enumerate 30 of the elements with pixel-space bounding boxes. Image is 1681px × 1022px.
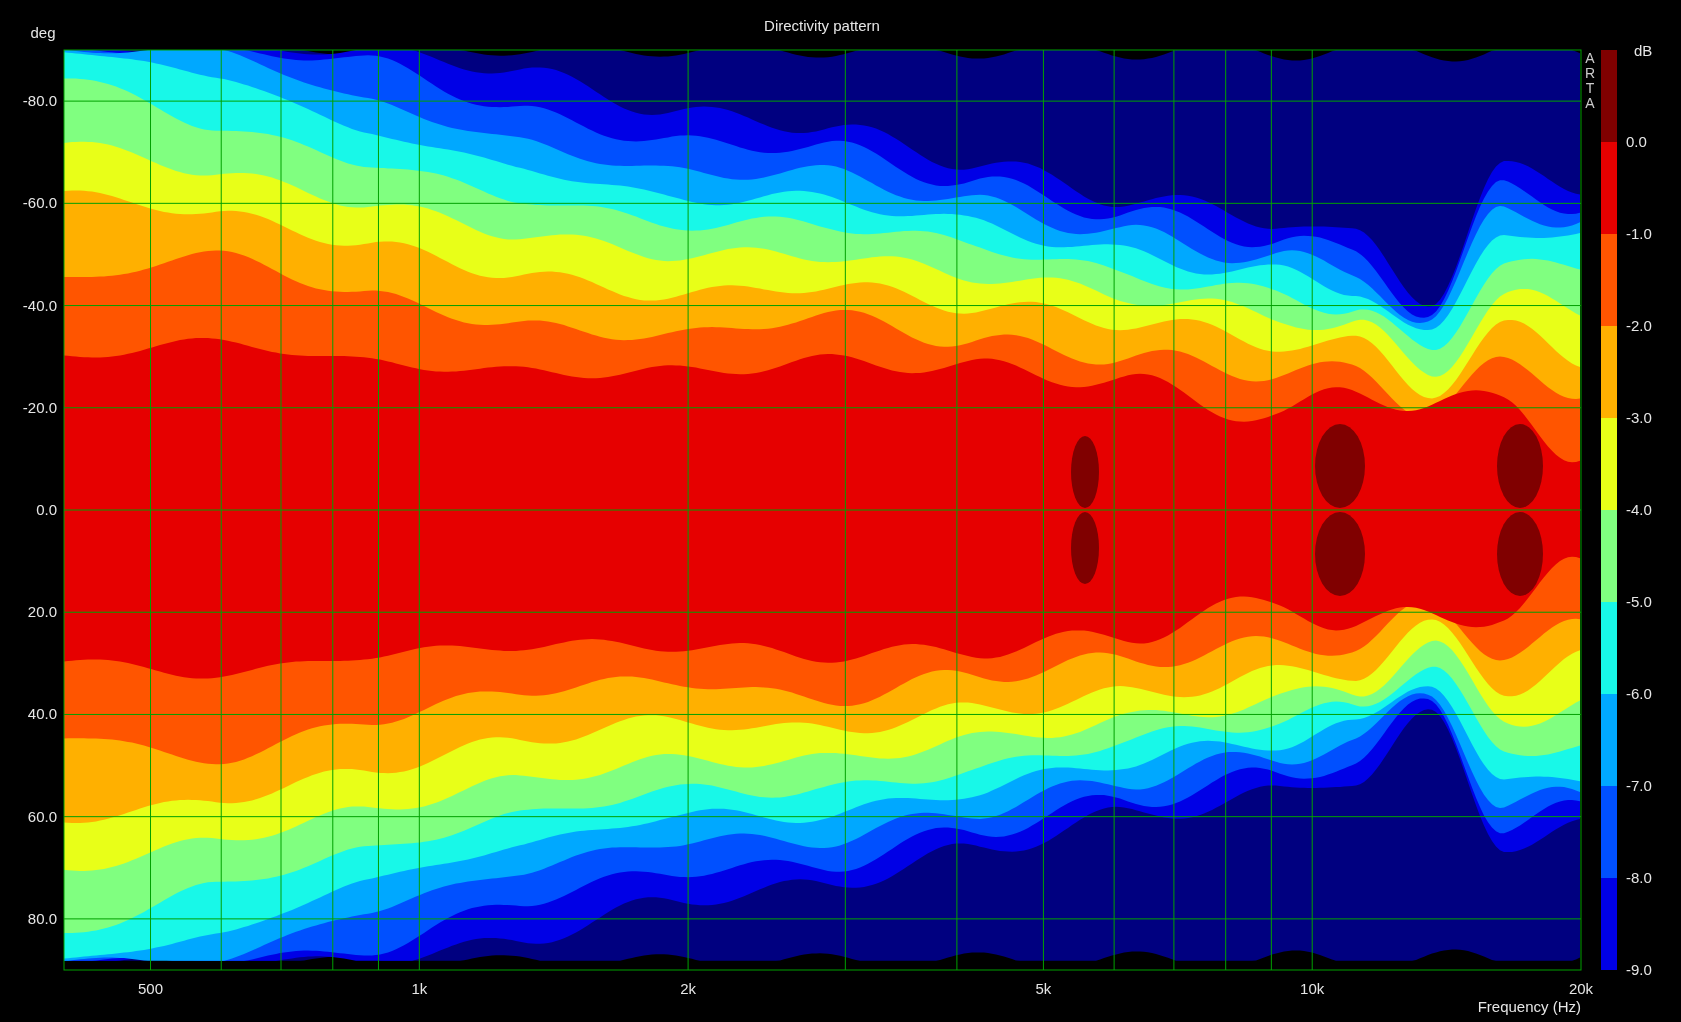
colorbar-label: -9.0 xyxy=(1626,961,1652,978)
y-tick-label: -60.0 xyxy=(22,194,57,212)
colorbar-label: -1.0 xyxy=(1626,225,1652,242)
y-axis-label: deg xyxy=(30,24,56,41)
y-tick-label: 20.0 xyxy=(27,603,57,621)
y-tick-label: -20.0 xyxy=(22,398,57,416)
x-tick-label: 20k xyxy=(1568,980,1594,997)
colorbar-label: -6.0 xyxy=(1626,685,1652,702)
y-tick-label: 80.0 xyxy=(27,909,57,927)
colorbar-unit: dB xyxy=(1634,42,1653,59)
y-tick-label: -80.0 xyxy=(22,92,57,110)
colorbar-label: -5.0 xyxy=(1626,593,1652,610)
colorbar-label: -4.0 xyxy=(1626,501,1652,518)
colorbar-label: 0.0 xyxy=(1626,133,1647,150)
y-tick-label: 40.0 xyxy=(27,705,57,723)
colorbar-label: -2.0 xyxy=(1626,317,1652,334)
y-tick-label: 60.0 xyxy=(27,807,57,825)
brand-label: ARTA xyxy=(1584,50,1596,111)
x-tick-label: 10k xyxy=(1300,980,1325,997)
y-tick-label: 0.0 xyxy=(36,501,57,518)
x-axis-label: Frequency (Hz) xyxy=(1477,998,1581,1015)
x-tick-label: 1k xyxy=(411,980,428,997)
y-tick-label: -40.0 xyxy=(22,296,57,314)
colorbar-label: -8.0 xyxy=(1626,869,1652,886)
x-tick-label: 5k xyxy=(1035,980,1052,997)
x-tick-label: 2k xyxy=(680,980,697,997)
x-tick-label: 500 xyxy=(138,980,164,997)
colorbar-label: -7.0 xyxy=(1626,777,1652,794)
colorbar-label: -3.0 xyxy=(1626,409,1652,426)
chart-title: Directivity pattern xyxy=(764,17,880,34)
